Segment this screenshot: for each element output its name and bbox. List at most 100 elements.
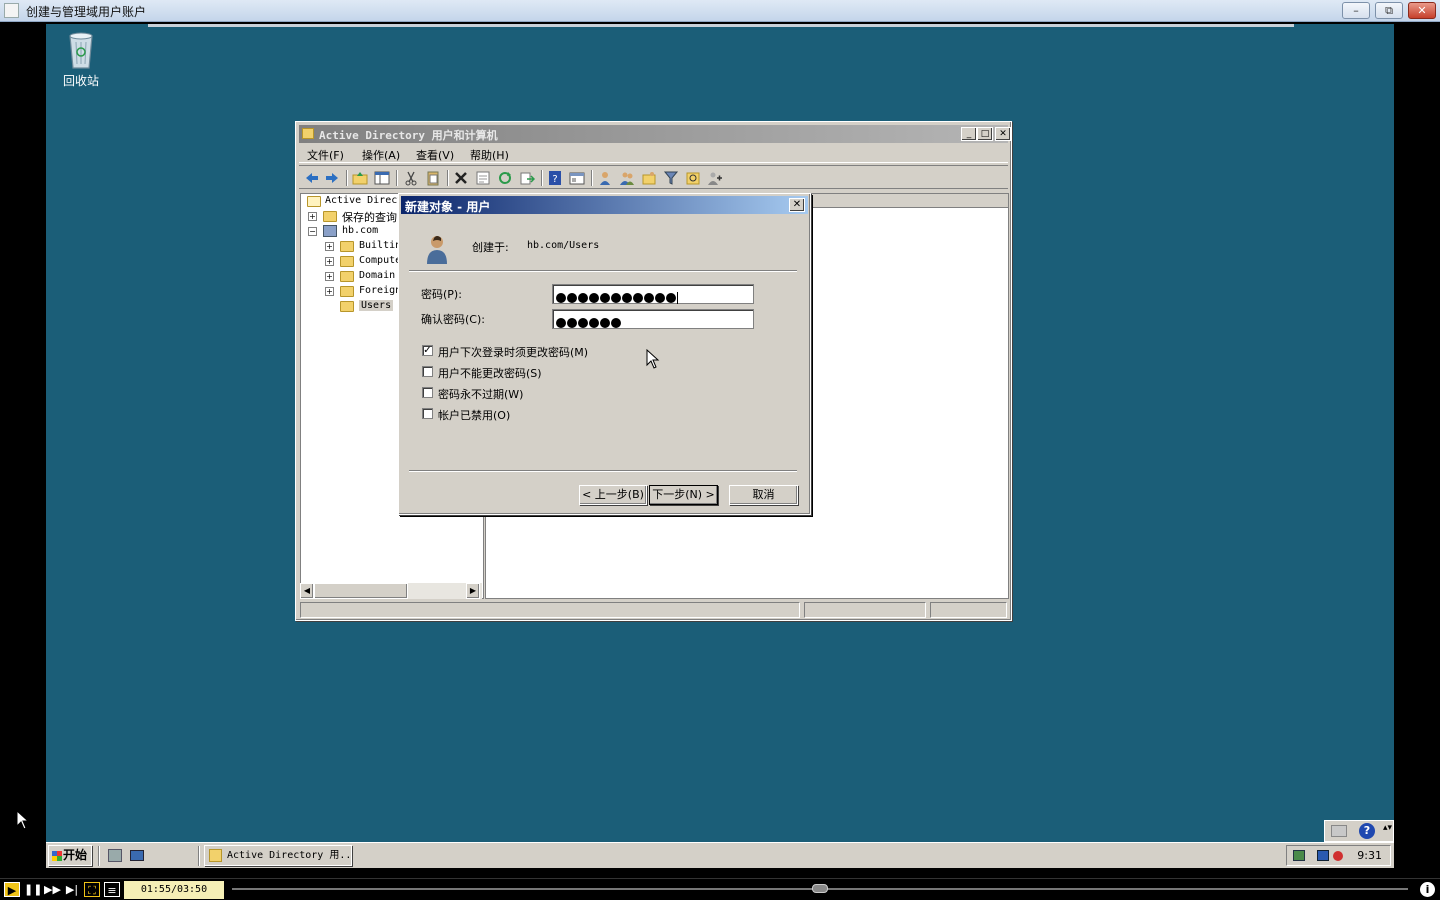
- cut-icon[interactable]: [403, 170, 419, 186]
- expand-icon[interactable]: +: [325, 272, 334, 281]
- status-cell: [804, 602, 926, 618]
- fullscreen-icon[interactable]: ⛶: [84, 882, 100, 897]
- dialog-close-button[interactable]: ✕: [789, 198, 805, 212]
- password-mask-dot: [578, 317, 588, 328]
- help-strip: ? ▴▾: [1324, 820, 1394, 842]
- dialog-title: 新建对象 - 用户: [405, 200, 491, 214]
- forward-arrow-icon[interactable]: [324, 170, 340, 186]
- expand-icon[interactable]: +: [325, 242, 334, 251]
- password-mask-dot: [644, 292, 654, 303]
- checkbox-box[interactable]: [422, 366, 433, 377]
- new-user-icon[interactable]: [597, 170, 613, 186]
- clock: 9:31: [1357, 849, 1382, 862]
- add-to-group-icon[interactable]: [707, 170, 723, 186]
- cancel-button[interactable]: 取消: [729, 485, 798, 505]
- password-mask-dot: [567, 292, 577, 303]
- back-button[interactable]: < 上一步(B): [579, 485, 647, 505]
- menu-help[interactable]: 帮助(H): [470, 147, 509, 163]
- toolbar-separator: [396, 170, 398, 186]
- taskbar-item-aduc[interactable]: Active Directory 用...: [204, 845, 352, 866]
- scroll-arrows-icon[interactable]: ▴▾: [1383, 823, 1392, 833]
- server-manager-icon[interactable]: [108, 849, 122, 862]
- delete-icon[interactable]: [453, 170, 469, 186]
- aduc-maximize-button[interactable]: □: [977, 127, 993, 141]
- player-titlebar: 创建与管理域用户账户 – ⧉ ✕: [0, 0, 1440, 22]
- seek-handle[interactable]: [812, 884, 828, 893]
- play-icon[interactable]: ▶: [4, 882, 20, 897]
- refresh-icon[interactable]: [497, 170, 513, 186]
- filter-icon[interactable]: [663, 170, 679, 186]
- tree-horizontal-scrollbar[interactable]: ◀ ▶: [300, 583, 482, 599]
- expand-icon[interactable]: +: [325, 287, 334, 296]
- tree-item-domain[interactable]: hb.com: [342, 225, 378, 236]
- network-icon[interactable]: [1293, 850, 1305, 861]
- minimize-button[interactable]: –: [1342, 2, 1370, 19]
- tree-item-users[interactable]: Users: [359, 300, 394, 311]
- tree-item-root[interactable]: Active Directo: [325, 195, 409, 206]
- password-mask-dot: [611, 292, 621, 303]
- recycle-bin-icon[interactable]: [64, 28, 98, 70]
- help-icon[interactable]: ?: [1359, 823, 1375, 839]
- tree-item-foreign-security[interactable]: Foreign: [359, 285, 401, 296]
- paste-icon[interactable]: [425, 170, 441, 186]
- aduc-minimize-button[interactable]: _: [961, 127, 977, 141]
- scroll-thumb[interactable]: [314, 583, 408, 599]
- properties-icon[interactable]: [475, 170, 491, 186]
- show-desktop-icon[interactable]: [130, 850, 144, 861]
- back-arrow-icon[interactable]: [304, 170, 320, 186]
- expand-icon[interactable]: +: [308, 212, 317, 221]
- confirm-password-field[interactable]: [552, 309, 754, 329]
- restore-button[interactable]: ⧉: [1375, 2, 1403, 19]
- fast-forward-icon[interactable]: ▶▶: [44, 882, 61, 897]
- show-console-tree-icon[interactable]: [374, 170, 390, 186]
- show-console-icon[interactable]: [569, 170, 585, 186]
- checkbox-box[interactable]: ✓: [422, 345, 433, 356]
- aduc-close-button[interactable]: ✕: [995, 127, 1011, 141]
- scroll-left-arrow-icon[interactable]: ◀: [300, 583, 314, 599]
- tree-item-builtin[interactable]: Builtin: [359, 240, 401, 251]
- new-group-icon[interactable]: [619, 170, 635, 186]
- next-button[interactable]: 下一步(N) >: [649, 485, 718, 505]
- aduc-statusbar: [300, 602, 1009, 618]
- display-icon[interactable]: [1317, 850, 1329, 861]
- pause-icon[interactable]: ❚❚: [24, 882, 42, 897]
- app-icon: [4, 3, 19, 18]
- scroll-right-arrow-icon[interactable]: ▶: [466, 583, 480, 599]
- password-mask-dot: [666, 292, 676, 303]
- checkbox-box[interactable]: [422, 408, 433, 419]
- find-icon[interactable]: [685, 170, 701, 186]
- up-folder-icon[interactable]: [352, 170, 368, 186]
- password-field[interactable]: [552, 284, 754, 304]
- tree-item-domain-controllers[interactable]: Domain: [359, 270, 395, 281]
- help-icon[interactable]: ?: [547, 170, 563, 186]
- new-ou-icon[interactable]: [641, 170, 657, 186]
- info-icon[interactable]: i: [1420, 882, 1435, 897]
- export-list-icon[interactable]: [519, 170, 535, 186]
- divider: [409, 270, 797, 272]
- aduc-app-icon: [302, 128, 314, 139]
- expand-icon[interactable]: +: [325, 257, 334, 266]
- close-button[interactable]: ✕: [1408, 2, 1436, 19]
- security-alert-icon[interactable]: [1333, 851, 1343, 861]
- menu-action[interactable]: 操作(A): [362, 147, 400, 163]
- aduc-toolbar: ?: [299, 165, 1008, 189]
- user-icon: [427, 236, 447, 264]
- aduc-root-icon: [307, 196, 321, 207]
- menu-file[interactable]: 文件(F): [307, 147, 344, 163]
- checkbox-label: 密码永不过期(W): [438, 388, 524, 401]
- checkbox-label: 帐户已禁用(O): [438, 409, 511, 422]
- start-button[interactable]: 开始: [48, 845, 92, 866]
- checkbox-box[interactable]: [422, 387, 433, 398]
- next-frame-icon[interactable]: ▶|: [64, 882, 80, 897]
- menu-view[interactable]: 查看(V): [416, 147, 454, 163]
- printer-icon[interactable]: [1331, 825, 1347, 837]
- system-tray: 9:31: [1286, 845, 1391, 866]
- password-mask-dot: [556, 292, 566, 303]
- collapse-icon[interactable]: −: [308, 227, 317, 236]
- domain-icon: [323, 225, 337, 237]
- toolbar-separator: [346, 170, 348, 186]
- tree-item-computers[interactable]: Compute: [359, 255, 401, 266]
- tree-item-saved-queries[interactable]: 保存的查询: [342, 209, 397, 225]
- aduc-titlebar: Active Directory 用户和计算机 _ □ ✕: [299, 125, 1011, 143]
- settings-icon[interactable]: ≡: [104, 882, 120, 897]
